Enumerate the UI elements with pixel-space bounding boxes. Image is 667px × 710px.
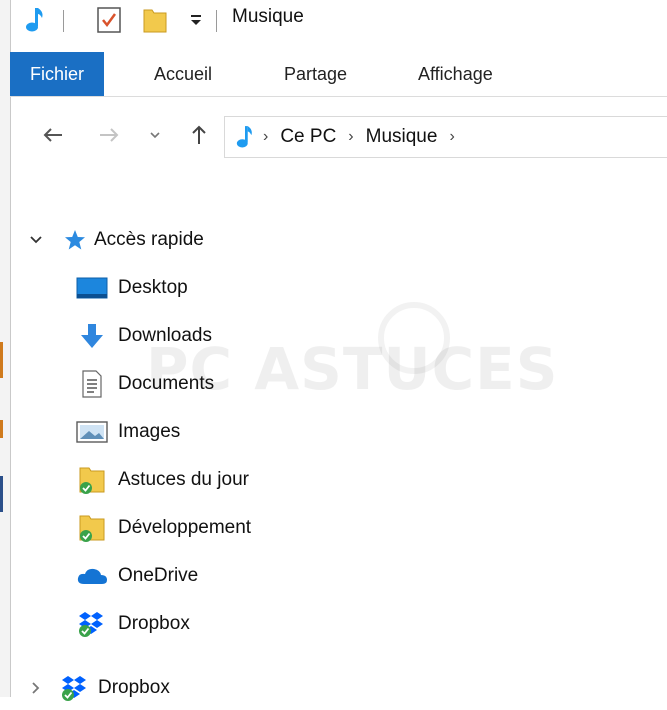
chevron-down-icon [150,132,160,139]
tree-item-developpement[interactable]: Développement [76,506,251,550]
tree-item-dropbox-root[interactable]: Dropbox [24,666,170,710]
tree-item-label: Desktop [118,277,188,298]
download-arrow-icon [76,322,108,350]
title-bar: Musique [10,0,667,44]
tree-item-dropbox[interactable]: Dropbox [76,602,190,646]
tree-item-label: Astuces du jour [118,469,249,490]
tree-item-astuces-du-jour[interactable]: Astuces du jour [76,458,249,502]
tab-affichage[interactable]: Affichage [418,52,493,96]
tree-item-label: Accès rapide [94,229,204,250]
properties-icon[interactable] [96,4,122,36]
back-arrow-icon [43,128,62,142]
breadcrumb-chevron-icon[interactable]: › [348,128,353,146]
edge-accent [0,342,3,378]
recent-locations-button[interactable] [144,118,166,152]
onedrive-cloud-icon [76,565,108,587]
music-icon[interactable] [24,4,46,36]
breadcrumb-chevron-icon[interactable]: › [263,128,268,146]
tree-item-label: Dropbox [118,613,190,634]
forward-button[interactable] [92,118,126,152]
ribbon: Fichier Accueil Partage Affichage [10,52,667,97]
synced-folder-icon [76,513,108,543]
tab-partage[interactable]: Partage [284,52,347,96]
customize-toolbar-icon[interactable] [188,4,204,36]
up-arrow-icon [192,125,206,144]
breadcrumb-chevron-icon[interactable]: › [449,128,454,146]
separator [216,10,217,32]
tree-item-label: Images [118,421,181,442]
tree-item-onedrive[interactable]: OneDrive [76,554,198,598]
chevron-down-icon[interactable] [24,235,48,245]
desktop-icon [76,277,108,299]
address-bar[interactable]: › Ce PC › Musique › [224,116,667,158]
separator [63,10,64,32]
window-title: Musique [232,6,304,27]
tree-item-label: Dropbox [98,677,170,698]
tree-item-label: Développement [118,517,252,538]
star-icon [64,229,86,251]
address-row: › Ce PC › Musique › [10,112,667,162]
edge-accent [0,476,3,512]
chevron-right-icon[interactable] [24,681,48,695]
up-button[interactable] [184,118,214,152]
back-button[interactable] [36,118,70,152]
dropbox-icon [60,674,90,702]
tree-item-label: OneDrive [118,565,199,586]
music-location-icon [235,124,255,150]
edge-accent [0,420,3,438]
dropbox-icon [76,610,108,638]
picture-icon [76,421,108,443]
tree-item-quick-access[interactable]: Accès rapide [24,218,204,262]
tree-item-desktop[interactable]: Desktop [76,266,188,310]
synced-folder-icon [76,465,108,495]
tree-item-downloads[interactable]: Downloads [76,314,212,358]
tree-item-documents[interactable]: Documents [76,362,214,406]
document-icon [76,370,108,398]
breadcrumb-musique[interactable]: Musique [366,126,438,148]
explorer-window: PC ASTUCES Musique Fichier Accueil Parta… [10,0,667,701]
tab-accueil[interactable]: Accueil [154,52,212,96]
watermark-sun-icon [378,302,450,374]
tree-item-label: Downloads [118,325,212,346]
tree-item-images[interactable]: Images [76,410,180,454]
new-folder-icon[interactable] [142,4,168,36]
breadcrumb-ce-pc[interactable]: Ce PC [280,126,336,148]
tree-item-label: Documents [118,373,215,394]
forward-arrow-icon [100,128,119,142]
tab-fichier[interactable]: Fichier [10,52,105,96]
